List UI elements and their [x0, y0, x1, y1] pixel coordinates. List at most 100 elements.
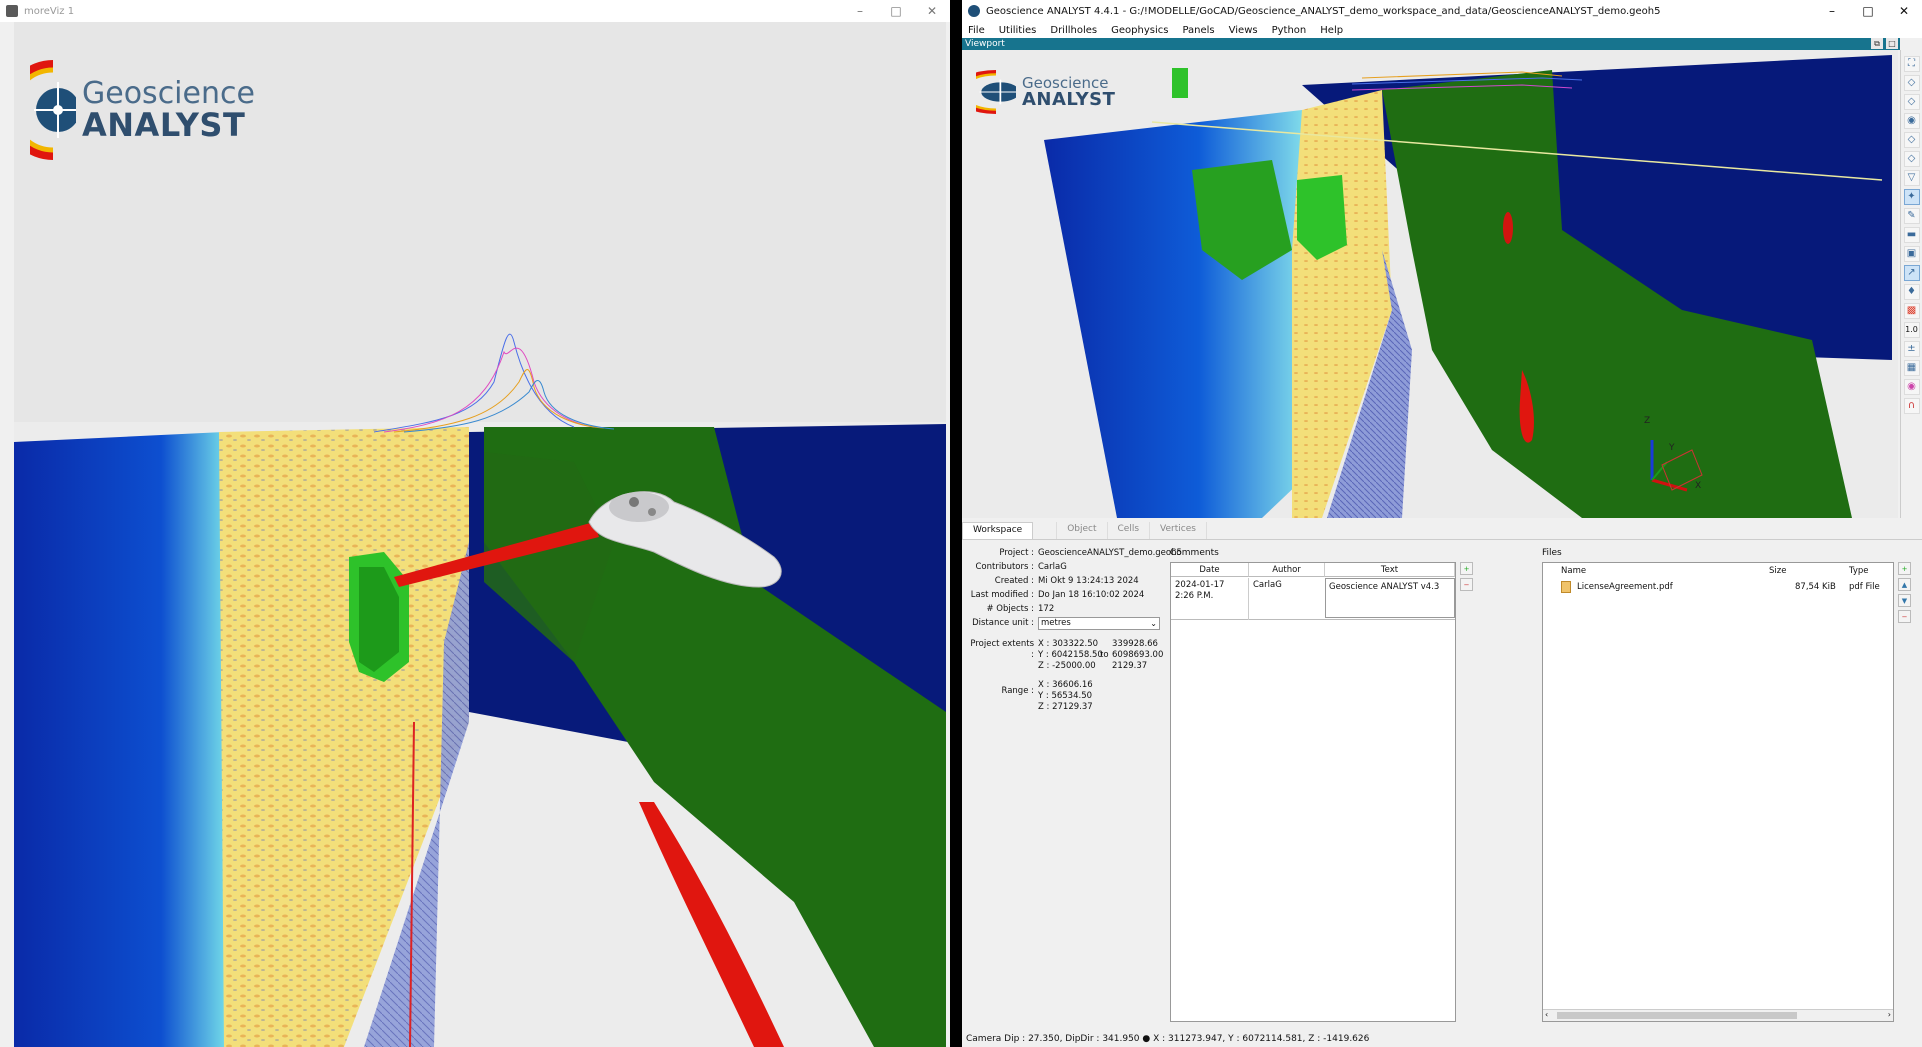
extents-min-x: X : 303322.50: [1038, 639, 1099, 649]
menu-panels[interactable]: Panels: [1182, 25, 1214, 36]
extents-max-z: 2129.37: [1112, 661, 1148, 671]
restore-icon[interactable]: □: [1886, 38, 1898, 49]
extents-max-x: 339928.66: [1112, 639, 1158, 649]
objects-value: 172: [1038, 604, 1055, 614]
files-header-type[interactable]: Type: [1849, 566, 1869, 577]
tab-blank[interactable]: [1033, 522, 1058, 539]
minimize-icon[interactable]: –: [842, 0, 878, 22]
viewport-label: Viewport: [965, 39, 1005, 49]
extents-to: to: [1100, 650, 1109, 660]
files-table[interactable]: Name Size Type LicenseAgreement.pdf 87,5…: [1542, 562, 1894, 1022]
moreviz-titlebar[interactable]: moreViz 1 – □ ✕: [0, 0, 950, 22]
vr-viewport[interactable]: Geoscience ANALYST: [14, 22, 946, 1047]
horizontal-scrollbar[interactable]: ‹ ›: [1543, 1009, 1893, 1021]
menu-file[interactable]: File: [968, 25, 985, 36]
app-icon: [6, 5, 18, 17]
menu-help[interactable]: Help: [1320, 25, 1343, 36]
window-title: Geoscience ANALYST 4.4.1 - G:/!MODELLE/G…: [986, 5, 1661, 17]
menu-bar: File Utilities Drillholes Geophysics Pan…: [962, 22, 1922, 38]
comment-date: 2024-01-17 2:26 P.M.: [1175, 580, 1225, 601]
extents-label: Project extents :: [970, 639, 1034, 660]
extents-min-y: Y : 6042158.50: [1038, 650, 1103, 660]
files-label: Files: [1542, 548, 1562, 558]
camera-icon[interactable]: ◉: [1903, 378, 1920, 395]
distance-unit-value: metres: [1041, 618, 1071, 628]
logo-line2: ANALYST: [82, 106, 246, 144]
float-icon[interactable]: ⧉: [1871, 38, 1883, 49]
range-x: X : 36606.16: [1038, 680, 1093, 690]
close-icon[interactable]: ✕: [914, 0, 950, 22]
tab-vertices[interactable]: Vertices: [1150, 522, 1207, 539]
app-icon: [968, 5, 980, 17]
colorbar-icon[interactable]: ▩: [1903, 302, 1920, 319]
comments-header-author[interactable]: Author: [1249, 563, 1325, 577]
objects-label: # Objects :: [986, 604, 1034, 614]
panel-tabs: Workspace Object Cells Vertices: [962, 522, 1922, 540]
view-center-icon[interactable]: ◉: [1903, 112, 1920, 129]
remove-file-icon[interactable]: −: [1898, 610, 1911, 623]
view-north-icon[interactable]: ◇: [1903, 93, 1920, 110]
created-label: Created :: [994, 576, 1034, 586]
zoom-extents-icon[interactable]: ⛶: [1903, 55, 1920, 72]
tab-workspace[interactable]: Workspace: [962, 522, 1034, 539]
exaggeration-value[interactable]: 1.0: [1903, 321, 1920, 338]
analyst-titlebar[interactable]: Geoscience ANALYST 4.4.1 - G:/!MODELLE/G…: [962, 0, 1922, 22]
viewport-header: Viewport ⧉ □: [962, 38, 1900, 50]
workspace-info: Project : GeoscienceANALYST_demo.geoh5 C…: [966, 546, 1182, 746]
maximize-icon[interactable]: □: [878, 0, 914, 22]
comments-header-date[interactable]: Date: [1171, 563, 1249, 577]
extents-max-y: 6098693.00: [1112, 650, 1164, 660]
view-top-icon[interactable]: ◇: [1903, 74, 1920, 91]
paint-icon[interactable]: ♦: [1903, 283, 1920, 300]
menu-utilities[interactable]: Utilities: [999, 25, 1037, 36]
logo-mark-icon: [30, 60, 76, 160]
axis-z-label: Z: [1644, 416, 1650, 426]
comments-header-text[interactable]: Text: [1325, 563, 1455, 577]
geoscience-logo: Geoscience ANALYST: [30, 60, 255, 160]
add-file-icon[interactable]: +: [1898, 562, 1911, 575]
grid-icon[interactable]: ▦: [1903, 359, 1920, 376]
scroll-left-icon[interactable]: ‹: [1545, 1010, 1548, 1019]
filter-icon[interactable]: ▽: [1903, 169, 1920, 186]
scroll-right-icon[interactable]: ›: [1888, 1010, 1891, 1019]
scrollbar-thumb[interactable]: [1557, 1012, 1797, 1019]
section-icon[interactable]: ▣: [1903, 245, 1920, 262]
minimize-icon[interactable]: –: [1814, 0, 1850, 22]
menu-geophysics[interactable]: Geophysics: [1111, 25, 1168, 36]
tab-object[interactable]: Object: [1057, 522, 1108, 539]
menu-views[interactable]: Views: [1229, 25, 1258, 36]
files-header-name[interactable]: Name: [1561, 566, 1586, 577]
plus-minus-icon[interactable]: ±: [1903, 340, 1920, 357]
bottom-panel: Workspace Object Cells Vertices Project …: [962, 522, 1922, 1032]
remove-comment-icon[interactable]: −: [1460, 578, 1473, 591]
save-file-icon[interactable]: ▼: [1898, 594, 1911, 607]
distance-label: Distance unit :: [972, 618, 1034, 628]
tab-cells[interactable]: Cells: [1108, 522, 1151, 539]
scale-icon[interactable]: ↗: [1903, 264, 1920, 281]
comment-text[interactable]: Geoscience ANALYST v4.3: [1325, 578, 1455, 618]
maximize-icon[interactable]: □: [1850, 0, 1886, 22]
close-icon[interactable]: ✕: [1886, 0, 1922, 22]
axis-x-label: X: [1695, 481, 1701, 491]
menu-python[interactable]: Python: [1272, 25, 1307, 36]
chevron-down-icon: ⌄: [1150, 619, 1157, 628]
magnet-icon[interactable]: ∩: [1903, 397, 1920, 414]
view-south-icon[interactable]: ◇: [1903, 150, 1920, 167]
modified-label: Last modified :: [970, 590, 1034, 600]
list-item[interactable]: LicenseAgreement.pdf 87,54 KiB pdf File: [1543, 580, 1893, 596]
measure-icon[interactable]: ▬: [1903, 226, 1920, 243]
add-comment-icon[interactable]: +: [1460, 562, 1473, 575]
distance-unit-select[interactable]: metres ⌄: [1038, 617, 1160, 630]
comments-table[interactable]: Date Author Text 2024-01-17 2:26 P.M. Ca…: [1170, 562, 1456, 1022]
view-east-icon[interactable]: ◇: [1903, 131, 1920, 148]
files-header-size[interactable]: Size: [1769, 566, 1786, 577]
pick-icon[interactable]: ✎: [1903, 207, 1920, 224]
table-row[interactable]: 2024-01-17 2:26 P.M. CarlaG Geoscience A…: [1171, 578, 1455, 620]
logo-line2: ANALYST: [1022, 88, 1116, 110]
project-label: Project :: [999, 548, 1034, 558]
open-file-icon[interactable]: ▲: [1898, 578, 1911, 591]
select-icon[interactable]: ✦: [1903, 188, 1920, 205]
menu-drillholes[interactable]: Drillholes: [1050, 25, 1097, 36]
range-label: Range :: [1001, 686, 1034, 696]
3d-viewport[interactable]: Z Y X Geoscience ANALYST: [962, 50, 1898, 518]
